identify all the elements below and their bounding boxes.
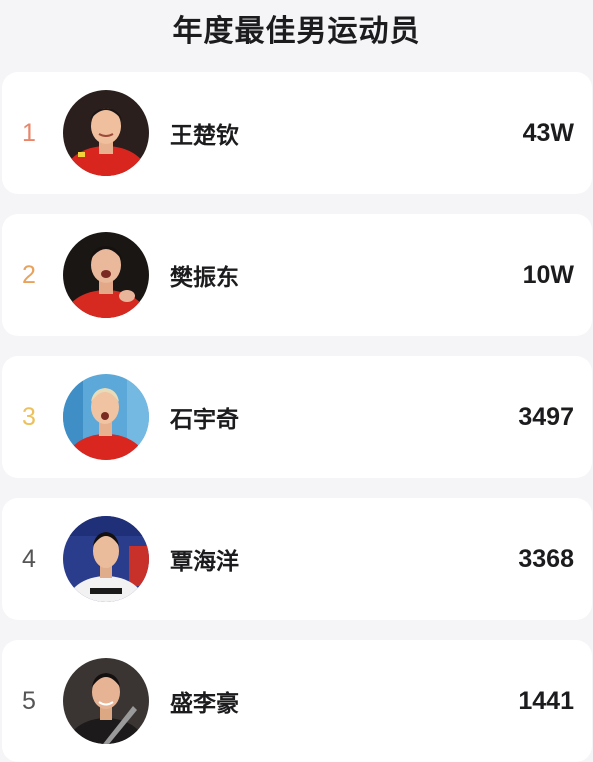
athlete-name: 樊振东 xyxy=(170,265,239,291)
page-title: 年度最佳男运动员 xyxy=(172,14,421,49)
ranking-row[interactable]: 3 石宇奇 3497 xyxy=(2,356,592,478)
rank-number: 3 xyxy=(22,402,36,431)
rank-number: 4 xyxy=(22,544,36,573)
athlete-avatar[interactable] xyxy=(63,658,149,744)
rank-number: 2 xyxy=(22,260,36,289)
ranking-row[interactable]: 1 王楚钦 43W xyxy=(2,72,592,194)
athlete-name: 盛李豪 xyxy=(170,691,239,717)
ranking-row[interactable]: 4 覃海洋 3368 xyxy=(2,498,592,620)
ranking-row[interactable]: 2 樊振东 10W xyxy=(2,214,592,336)
athlete-avatar[interactable] xyxy=(63,516,149,602)
rank-number: 1 xyxy=(22,118,36,147)
athlete-name: 石宇奇 xyxy=(170,407,239,433)
vote-count: 3368 xyxy=(518,544,574,573)
vote-count: 10W xyxy=(522,260,574,289)
athlete-avatar[interactable] xyxy=(63,90,149,176)
athlete-name: 覃海洋 xyxy=(170,549,239,575)
athlete-name: 王楚钦 xyxy=(170,123,239,149)
athlete-avatar[interactable] xyxy=(63,374,149,460)
vote-count: 1441 xyxy=(518,686,574,715)
athlete-avatar[interactable] xyxy=(63,232,149,318)
rank-number: 5 xyxy=(22,686,36,715)
ranking-row[interactable]: 5 盛李豪 1441 xyxy=(2,640,592,762)
vote-count: 43W xyxy=(522,118,574,147)
vote-count: 3497 xyxy=(518,402,574,431)
